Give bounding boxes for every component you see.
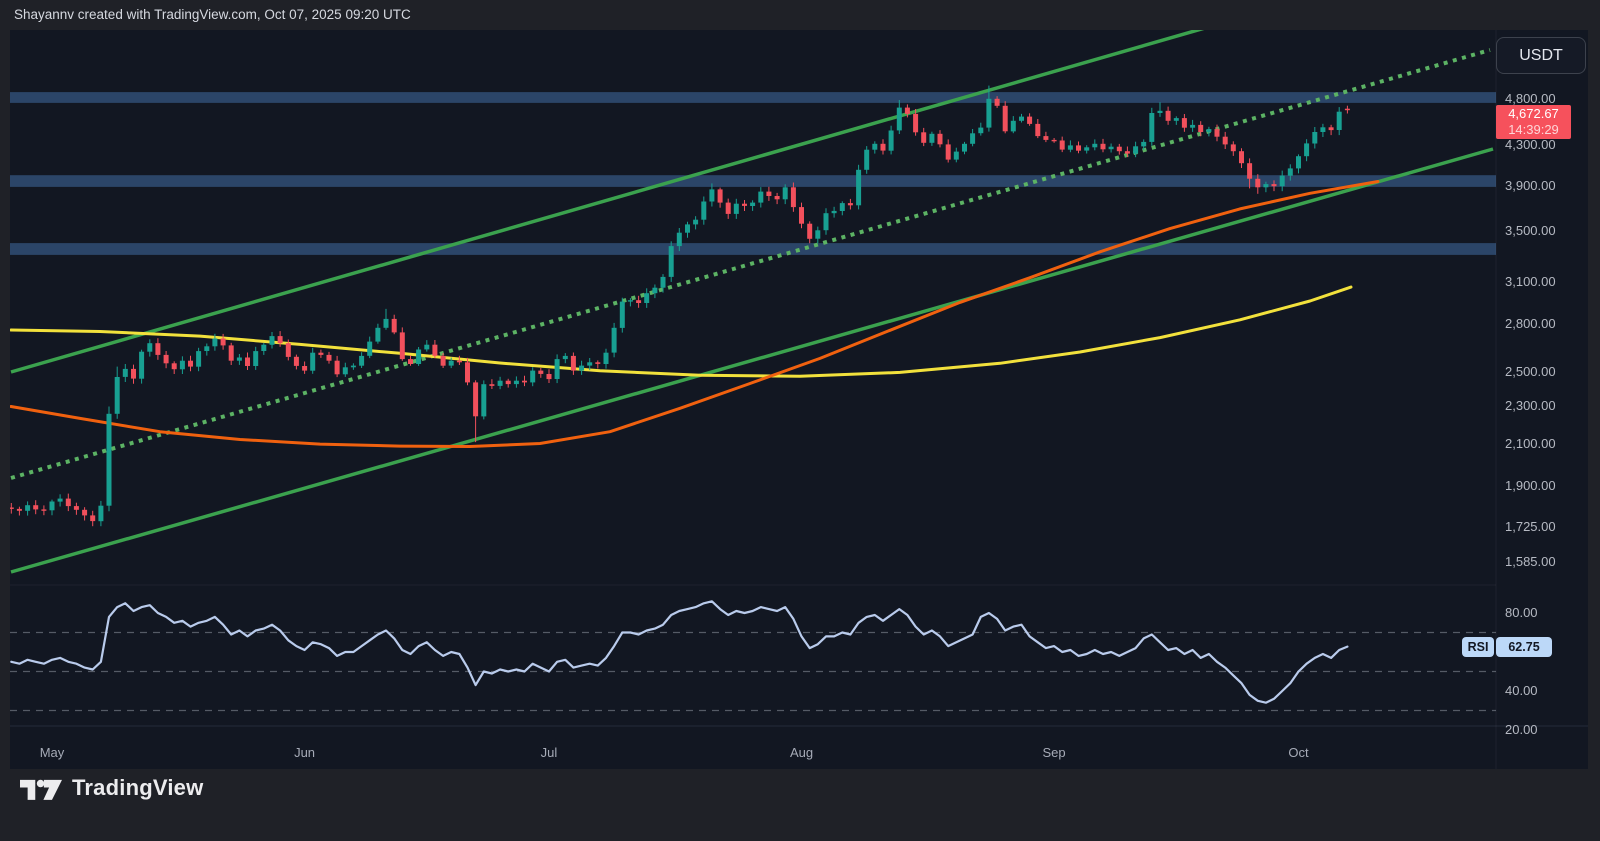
month-tick-label: Sep (1032, 745, 1076, 760)
price-tick-label: 3,500.00 (1505, 223, 1556, 238)
month-tick-label: Oct (1276, 745, 1320, 760)
last-price-value: 4,672.67 (1496, 106, 1571, 122)
price-tick-label: 4,800.00 (1505, 91, 1556, 106)
month-tick-label: May (30, 745, 74, 760)
rsi-badge-value: 62.75 (1496, 637, 1552, 657)
tradingview-screenshot: Shayannv created with TradingView.com, O… (0, 0, 1600, 841)
tradingview-icon (20, 773, 62, 802)
price-tick-label: 1,585.00 (1505, 554, 1556, 569)
price-tick-label: 1,725.00 (1505, 519, 1556, 534)
quote-currency-label: USDT (1519, 47, 1563, 65)
price-tick-label: 2,300.00 (1505, 398, 1556, 413)
tradingview-wordmark: TradingView (72, 775, 203, 801)
rsi-badge: RSI 62.75 (1462, 637, 1552, 657)
month-tick-label: Aug (780, 745, 824, 760)
tradingview-logo[interactable]: TradingView (20, 773, 203, 802)
attribution-text: Shayannv created with TradingView.com, O… (14, 0, 411, 30)
month-tick-label: Jul (527, 745, 571, 760)
price-tick-label: 3,900.00 (1505, 178, 1556, 193)
chart-pane[interactable] (0, 0, 1600, 841)
price-tick-label: 1,900.00 (1505, 478, 1556, 493)
quote-currency-button[interactable]: USDT (1496, 37, 1586, 74)
price-tick-label: 4,300.00 (1505, 137, 1556, 152)
rsi-badge-label: RSI (1462, 637, 1494, 657)
price-tick-label: 2,800.00 (1505, 316, 1556, 331)
price-tick-label: 2,500.00 (1505, 364, 1556, 379)
month-tick-label: Jun (283, 745, 327, 760)
price-tick-label: 3,100.00 (1505, 274, 1556, 289)
candle-countdown: 14:39:29 (1496, 122, 1571, 138)
last-price-box: 4,672.67 14:39:29 (1496, 105, 1571, 139)
price-tick-label: 2,100.00 (1505, 436, 1556, 451)
